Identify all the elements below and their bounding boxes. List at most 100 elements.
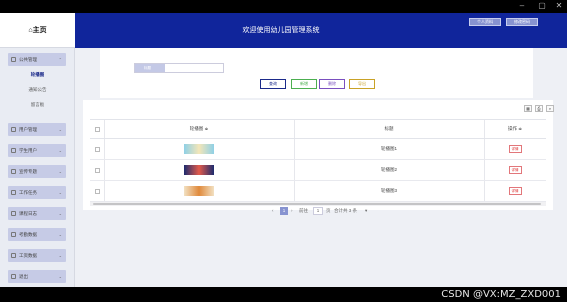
menu-group-label: 退出	[19, 274, 28, 279]
row-checkbox-cell	[90, 160, 104, 180]
chevron-down-icon: ⌄	[58, 211, 62, 216]
top-header: 欢迎使用幼儿园管理系统 个人资料 修改密码	[75, 13, 567, 48]
sidebar: ⌂主页 公共管理 ⌃ 轮播图 通知公告 留言板 用户管理 ⌄ 学生用户 ⌄ 宣传专题…	[0, 13, 75, 287]
chevron-down-icon: ⌄	[58, 232, 62, 237]
menu-group-label: 课程日志	[19, 211, 37, 216]
header-checkbox-cell	[90, 120, 104, 138]
page-1-button[interactable]: 1	[280, 207, 288, 215]
sidebar-item-carousel[interactable]: 轮播图	[0, 72, 75, 78]
row-image-cell	[104, 139, 294, 159]
column-header-actions[interactable]: 操作 ≑	[484, 120, 546, 138]
row-image-cell	[104, 160, 294, 180]
carousel-thumbnail	[184, 186, 214, 196]
title-bar: – ▢ ✕	[0, 0, 567, 13]
scrollbar-thumb[interactable]	[93, 203, 541, 205]
delete-button[interactable]: 删除	[319, 79, 345, 89]
menu-group-label: 用户管理	[19, 127, 37, 132]
chevron-down-icon: ⌄	[58, 169, 62, 174]
menu-icon	[11, 127, 16, 133]
chevron-down-icon: ⌄	[58, 148, 62, 153]
row-title-cell: 轮播图3	[380, 188, 397, 193]
detail-button[interactable]: 详情	[508, 187, 522, 195]
change-password-button[interactable]: 修改密码	[506, 18, 538, 26]
menu-group-salary[interactable]: 工资数据 ⌄	[8, 249, 66, 262]
menu-icon	[11, 57, 16, 63]
chevron-up-icon: ⌃	[58, 57, 62, 62]
menu-group-logout[interactable]: 退出 ⌄	[8, 270, 66, 283]
row-checkbox[interactable]	[94, 188, 100, 194]
menu-icon	[11, 274, 16, 280]
row-action-cell: 详情	[484, 139, 546, 159]
chevron-down-icon: ⌄	[58, 190, 62, 195]
search-label: 标题	[135, 64, 165, 72]
sidebar-item-notice[interactable]: 通知公告	[0, 87, 75, 93]
grid-icon[interactable]: ▦	[524, 105, 532, 112]
profile-button[interactable]: 个人资料	[469, 18, 501, 26]
add-button[interactable]: 新增	[291, 79, 317, 89]
row-checkbox-cell	[90, 139, 104, 159]
next-page-icon[interactable]: ›	[291, 207, 293, 215]
main-content: 标题 查询 新增 删除 导出 ▦ ⎙ ⌕ 轮播图 ≑ 标题 操作 ≑ 轮播图1 …	[75, 48, 567, 287]
bottom-bar: CSDN @VX:MZ_ZXD001	[0, 287, 567, 302]
sort-icon: ≑	[204, 126, 209, 131]
row-checkbox[interactable]	[94, 167, 100, 173]
query-button[interactable]: 查询	[260, 79, 286, 89]
menu-group-label: 宣传专题	[19, 169, 37, 174]
menu-group-users[interactable]: 用户管理 ⌄	[8, 123, 66, 136]
row-image-cell	[104, 181, 294, 201]
menu-icon	[11, 253, 16, 259]
page-title: 欢迎使用幼儿园管理系统	[242, 27, 320, 34]
row-action-cell: 详情	[484, 160, 546, 180]
menu-group-label: 公共管理	[19, 57, 37, 62]
table-panel: ▦ ⎙ ⌕ 轮播图 ≑ 标题 操作 ≑ 轮播图1 详情 轮播图2 详情 轮播图3…	[83, 100, 554, 210]
search-input[interactable]: 标题	[134, 63, 224, 73]
detail-button[interactable]: 详情	[508, 166, 522, 174]
menu-icon	[11, 148, 16, 154]
menu-icon	[11, 232, 16, 238]
menu-group-attendance[interactable]: 考勤数据 ⌄	[8, 228, 66, 241]
export-button[interactable]: 导出	[349, 79, 375, 89]
page-size-dropdown-icon[interactable]: ▾	[365, 207, 367, 215]
menu-group-label: 工资数据	[19, 253, 37, 258]
total-count: 合计共 3 条	[334, 208, 358, 213]
row-checkbox-cell	[90, 181, 104, 201]
app-window: – ▢ ✕ ⌂主页 公共管理 ⌃ 轮播图 通知公告 留言板 用户管理 ⌄ 学生用户…	[0, 0, 567, 302]
home-logo[interactable]: ⌂主页	[0, 13, 75, 48]
watermark: CSDN @VX:MZ_ZXD001	[441, 289, 561, 300]
menu-icon	[11, 211, 16, 217]
carousel-thumbnail	[184, 144, 214, 154]
detail-button[interactable]: 详情	[508, 145, 522, 153]
maximize-icon[interactable]: ▢	[536, 1, 548, 11]
menu-group-promo[interactable]: 宣传专题 ⌄	[8, 165, 66, 178]
sort-icon: ≑	[518, 126, 523, 131]
column-header-image[interactable]: 轮播图 ≑	[104, 120, 294, 138]
menu-group-course-log[interactable]: 课程日志 ⌄	[8, 207, 66, 220]
menu-group-label: 工作任务	[19, 190, 37, 195]
prev-page-icon[interactable]: ‹	[272, 207, 274, 215]
table-row: 轮播图2 详情	[90, 160, 546, 181]
chevron-down-icon: ⌄	[58, 253, 62, 258]
table-row: 轮播图1 详情	[90, 139, 546, 160]
menu-group-tasks[interactable]: 工作任务 ⌄	[8, 186, 66, 199]
goto-page-input[interactable]: 1	[313, 207, 323, 215]
select-all-checkbox[interactable]	[94, 126, 100, 132]
row-title-cell: 轮播图2	[380, 167, 397, 172]
minimize-icon[interactable]: –	[516, 1, 528, 11]
search-panel: 标题 查询 新增 删除 导出	[100, 48, 533, 98]
chevron-down-icon: ⌄	[58, 127, 62, 132]
column-label: 轮播图	[189, 126, 204, 131]
menu-group-label: 学生用户	[19, 148, 37, 153]
menu-group-label: 考勤数据	[19, 232, 37, 237]
print-icon[interactable]: ⎙	[535, 105, 543, 112]
column-label: 标题	[384, 126, 394, 131]
menu-group-public[interactable]: 公共管理 ⌃	[8, 53, 66, 66]
horizontal-scrollbar[interactable]	[90, 202, 546, 206]
close-icon[interactable]: ✕	[553, 1, 565, 11]
menu-group-students[interactable]: 学生用户 ⌄	[8, 144, 66, 157]
sidebar-item-messageboard[interactable]: 留言板	[0, 102, 75, 108]
row-action-cell: 详情	[484, 181, 546, 201]
carousel-thumbnail	[184, 165, 214, 175]
row-checkbox[interactable]	[94, 146, 100, 152]
search-icon[interactable]: ⌕	[546, 105, 554, 112]
column-header-title[interactable]: 标题	[294, 120, 484, 138]
